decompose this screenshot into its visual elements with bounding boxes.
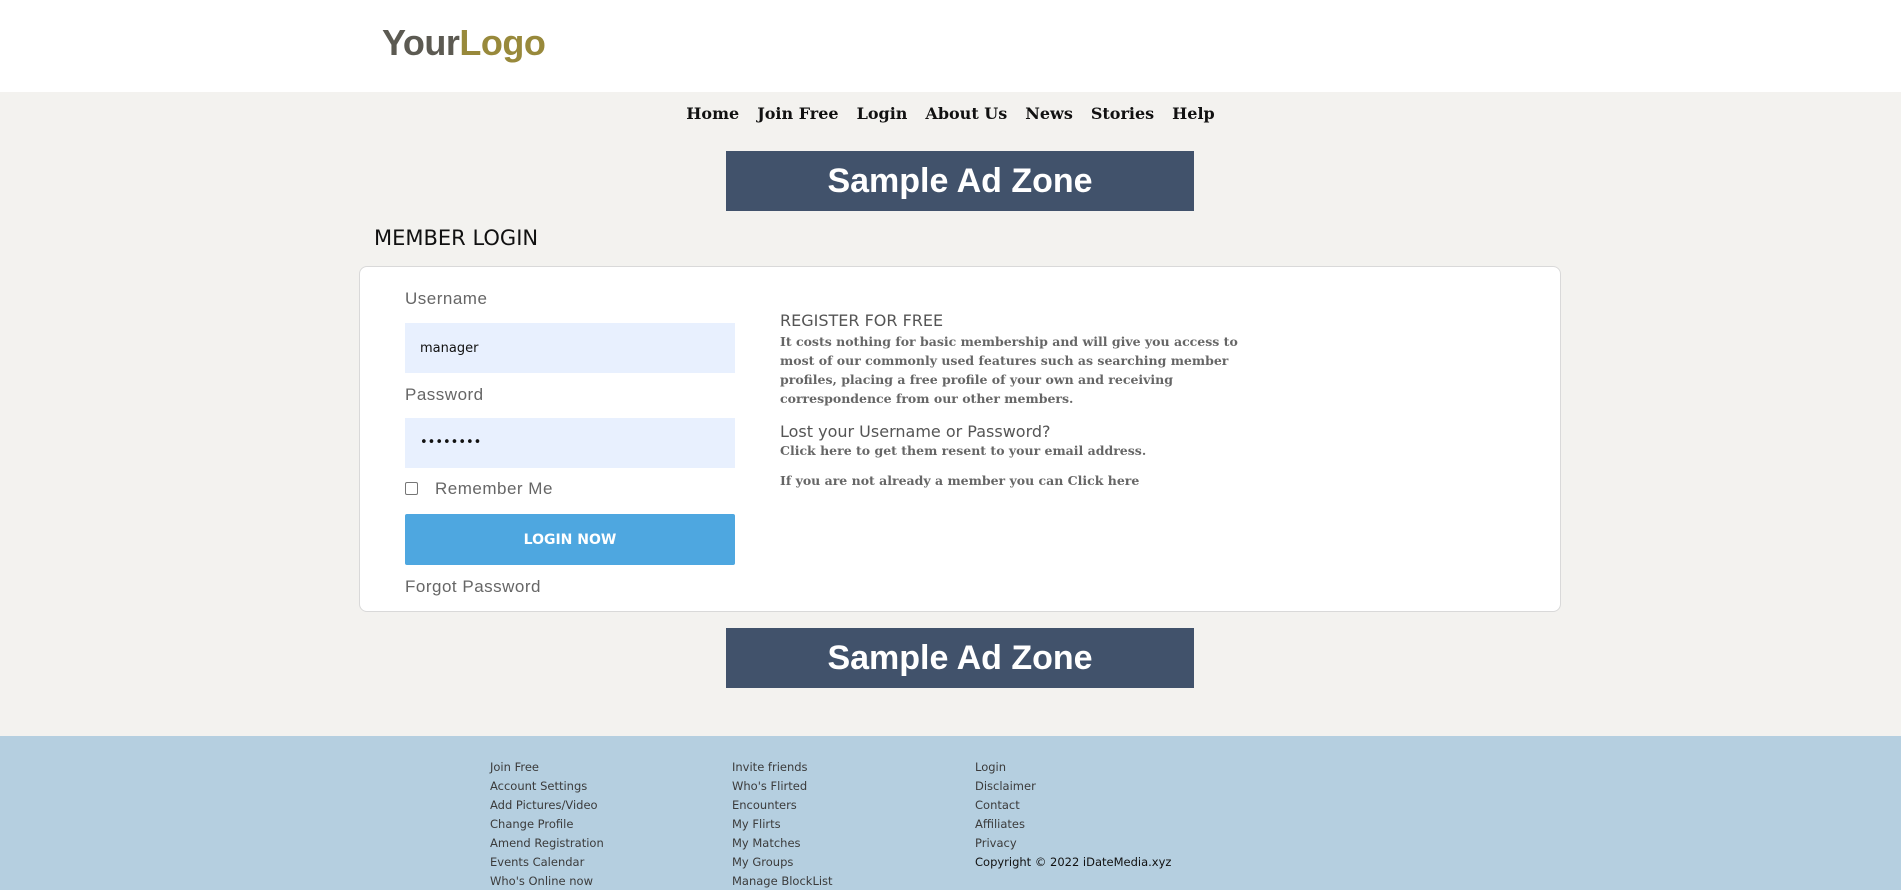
footer-link-whos-flirted[interactable]: Who's Flirted bbox=[732, 777, 833, 796]
nav-help[interactable]: Help bbox=[1172, 104, 1215, 123]
login-panel: Username Password •••••••• Remember Me L… bbox=[359, 266, 1561, 612]
footer-link-account-settings[interactable]: Account Settings bbox=[490, 777, 604, 796]
ad-zone-bottom[interactable]: Sample Ad Zone bbox=[726, 628, 1194, 688]
join-click-here-link[interactable]: If you are not already a member you can … bbox=[780, 473, 1240, 488]
username-input[interactable] bbox=[405, 323, 735, 373]
footer-column-info: Login Disclaimer Contact Affiliates Priv… bbox=[975, 758, 1171, 872]
footer-link-contact[interactable]: Contact bbox=[975, 796, 1171, 815]
resend-credentials-link[interactable]: Click here to get them resent to your em… bbox=[780, 443, 1240, 458]
nav-about-us[interactable]: About Us bbox=[925, 104, 1007, 123]
password-input[interactable]: •••••••• bbox=[405, 418, 735, 468]
site-header: YourLogo bbox=[0, 0, 1901, 92]
remember-me-label[interactable]: Remember Me bbox=[435, 479, 553, 499]
logo-part-logo: Logo bbox=[459, 22, 546, 63]
footer-link-change-profile[interactable]: Change Profile bbox=[490, 815, 604, 834]
username-label: Username bbox=[405, 289, 488, 308]
footer-link-my-groups[interactable]: My Groups bbox=[732, 853, 833, 872]
lost-credentials-heading: Lost your Username or Password? bbox=[780, 422, 1051, 441]
footer-copyright: Copyright © 2022 iDateMedia.xyz bbox=[975, 855, 1172, 869]
nav-stories[interactable]: Stories bbox=[1091, 104, 1154, 123]
nav-join-free[interactable]: Join Free bbox=[757, 104, 838, 123]
login-now-button[interactable]: LOGIN NOW bbox=[405, 514, 735, 565]
logo-part-your: Your bbox=[382, 22, 460, 63]
footer-link-my-flirts[interactable]: My Flirts bbox=[732, 815, 833, 834]
nav-news[interactable]: News bbox=[1025, 104, 1073, 123]
footer-link-login[interactable]: Login bbox=[975, 758, 1171, 777]
footer-link-affiliates[interactable]: Affiliates bbox=[975, 815, 1171, 834]
footer-column-account: Join Free Account Settings Add Pictures/… bbox=[490, 758, 604, 890]
footer-link-disclaimer[interactable]: Disclaimer bbox=[975, 777, 1171, 796]
footer-link-my-matches[interactable]: My Matches bbox=[732, 834, 833, 853]
footer-link-manage-blocklist[interactable]: Manage BlockList bbox=[732, 872, 833, 890]
footer-link-privacy[interactable]: Privacy bbox=[975, 834, 1171, 853]
site-logo[interactable]: YourLogo bbox=[382, 22, 546, 64]
register-heading: REGISTER FOR FREE bbox=[780, 311, 944, 330]
ad-zone-top[interactable]: Sample Ad Zone bbox=[726, 151, 1194, 211]
footer-link-amend-registration[interactable]: Amend Registration bbox=[490, 834, 604, 853]
forgot-password-link[interactable]: Forgot Password bbox=[405, 577, 541, 597]
footer-link-add-pictures[interactable]: Add Pictures/Video bbox=[490, 796, 604, 815]
register-description: It costs nothing for basic membership an… bbox=[780, 334, 1238, 406]
register-info: REGISTER FOR FREE It costs nothing for b… bbox=[780, 311, 1240, 488]
page-title: MEMBER LOGIN bbox=[374, 226, 539, 250]
footer-link-events-calendar[interactable]: Events Calendar bbox=[490, 853, 604, 872]
footer-link-invite-friends[interactable]: Invite friends bbox=[732, 758, 833, 777]
footer-link-join-free[interactable]: Join Free bbox=[490, 758, 604, 777]
footer-link-encounters[interactable]: Encounters bbox=[732, 796, 833, 815]
footer-column-social: Invite friends Who's Flirted Encounters … bbox=[732, 758, 833, 890]
nav-home[interactable]: Home bbox=[686, 104, 739, 123]
remember-me-checkbox[interactable] bbox=[405, 482, 418, 495]
site-footer: Join Free Account Settings Add Pictures/… bbox=[0, 736, 1901, 890]
footer-link-whos-online[interactable]: Who's Online now bbox=[490, 872, 604, 890]
main-nav: Home Join Free Login About Us News Stori… bbox=[0, 104, 1901, 123]
password-label: Password bbox=[405, 385, 484, 404]
nav-login[interactable]: Login bbox=[857, 104, 908, 123]
